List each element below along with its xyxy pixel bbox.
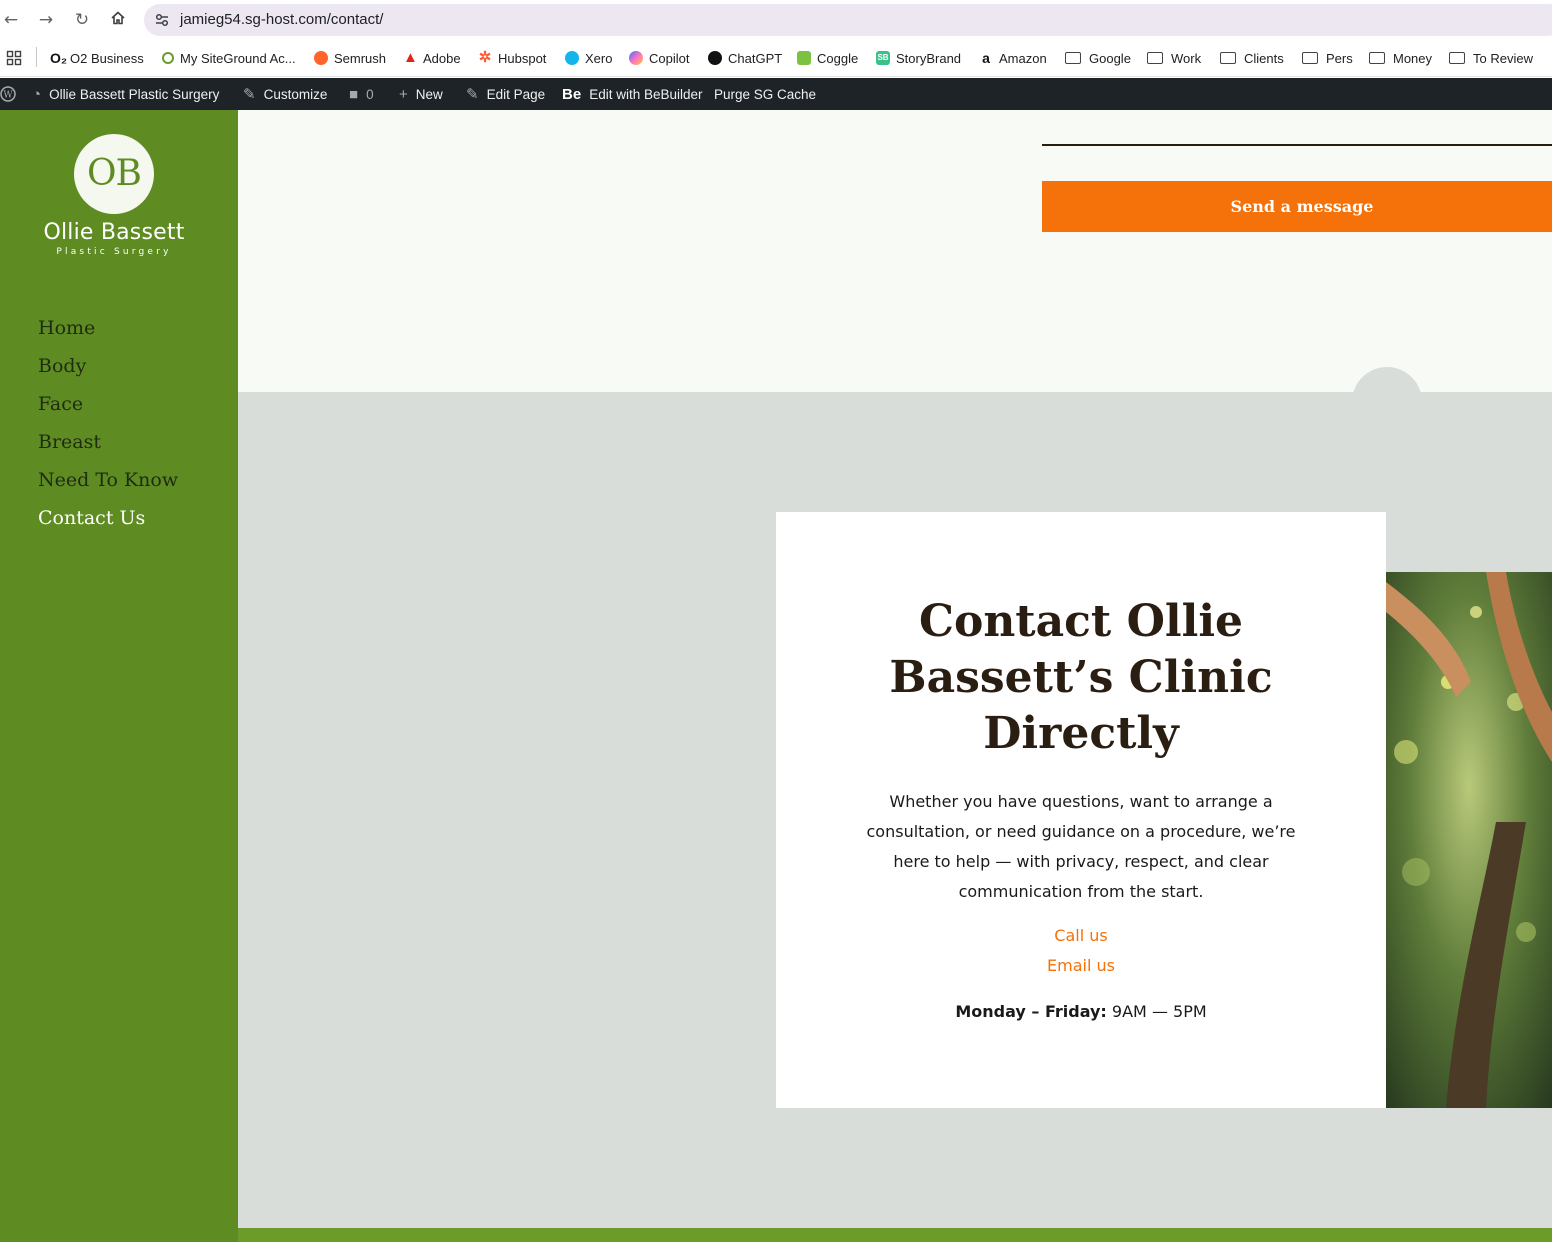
contact-heading: Contact Ollie Bassett’s Clinic Directly	[889, 596, 1273, 759]
storybrand-icon: SB	[876, 51, 890, 65]
admin-new[interactable]: + New	[399, 78, 443, 110]
bookmark-storybrand[interactable]: SB StoryBrand	[876, 48, 961, 68]
coggle-icon	[797, 51, 811, 65]
amazon-icon: a	[982, 50, 990, 66]
siteground-icon	[162, 52, 174, 64]
wordpress-logo-icon[interactable]: W	[0, 78, 16, 110]
folder-icon	[1449, 52, 1465, 64]
semrush-icon	[314, 51, 328, 65]
back-arrow-icon[interactable]: ←	[1, 10, 21, 30]
url-text: jamieg54.sg-host.com/contact/	[180, 11, 384, 28]
call-us-link[interactable]: Call us	[776, 926, 1386, 945]
admin-bebuilder[interactable]: Be Edit with BeBuilder	[562, 78, 703, 110]
bookmark-hubspot[interactable]: ✲ Hubspot	[478, 48, 547, 68]
send-message-button[interactable]: Send a message	[1042, 181, 1552, 232]
menu-item-contact-us[interactable]: Contact Us	[38, 504, 178, 542]
folder-icon	[1220, 52, 1236, 64]
folder-icon	[1065, 52, 1081, 64]
pencil-icon: ✎	[466, 86, 479, 103]
folder-icon	[1302, 52, 1318, 64]
bookmark-semrush[interactable]: Semrush	[314, 48, 386, 68]
forward-arrow-icon[interactable]: →	[36, 10, 56, 30]
menu-item-home[interactable]: Home	[38, 314, 178, 352]
reload-icon[interactable]: ↻	[72, 10, 92, 30]
chatgpt-icon	[708, 51, 722, 65]
adobe-icon: ▲	[403, 49, 418, 66]
menu-item-breast[interactable]: Breast	[38, 428, 178, 466]
address-bar[interactable]: jamieg54.sg-host.com/contact/	[144, 4, 1552, 36]
bebuilder-icon: Be	[562, 85, 582, 103]
bookmark-coggle[interactable]: Coggle	[797, 48, 858, 68]
bookmark-chatgpt[interactable]: ChatGPT	[708, 48, 782, 68]
admin-edit-page[interactable]: ✎ Edit Page	[466, 78, 545, 110]
hours-value: 9AM — 5PM	[1111, 1002, 1207, 1021]
bookmark-adobe[interactable]: ▲ Adobe	[403, 48, 461, 68]
main-menu: Home Body Face Breast Need To Know Conta…	[38, 314, 178, 542]
logo-name[interactable]: Ollie Bassett	[0, 220, 228, 245]
bookmark-xero[interactable]: Xero	[565, 48, 612, 68]
folder-icon	[1369, 52, 1385, 64]
hubspot-icon: ✲	[478, 49, 492, 66]
copilot-icon	[629, 51, 643, 65]
browser-toolbar: ← → ↻ jamieg54.sg-host.com/contact/	[0, 0, 1552, 40]
o2-icon: O₂	[50, 50, 68, 66]
folder-icon	[1147, 52, 1163, 64]
opening-hours: Monday – Friday: 9AM — 5PM	[776, 1002, 1386, 1021]
xero-icon	[565, 51, 579, 65]
apps-grid-icon[interactable]	[6, 48, 22, 68]
brush-icon: ✎	[243, 86, 256, 103]
svg-text:W: W	[3, 91, 13, 101]
hours-label: Monday – Friday:	[955, 1002, 1107, 1021]
admin-customize[interactable]: ✎ Customize	[243, 78, 327, 110]
site-settings-icon[interactable]	[152, 10, 172, 30]
bookmark-amazon[interactable]: a Amazon	[979, 48, 1047, 68]
menu-item-need-to-know[interactable]: Need To Know	[38, 466, 178, 504]
nature-photo	[1386, 572, 1552, 1108]
contact-form-section: Send a message	[238, 110, 1552, 437]
contact-description: Whether you have questions, want to arra…	[866, 792, 1296, 901]
bookmark-copilot[interactable]: Copilot	[629, 48, 689, 68]
bookmark-money-folder[interactable]: Money	[1369, 48, 1432, 68]
footer-strip	[238, 1228, 1552, 1242]
bookmark-google-folder[interactable]: Google	[1065, 48, 1131, 68]
logo-tagline: Plastic Surgery	[56, 247, 172, 257]
menu-item-face[interactable]: Face	[38, 390, 178, 428]
bookmark-to-review-folder[interactable]: To Review	[1449, 48, 1533, 68]
wp-admin-bar: W ◔ Ollie Bassett Plastic Surgery ✎ Custom…	[0, 78, 1552, 110]
comment-bubble-icon: ■	[349, 85, 359, 103]
message-field[interactable]	[1042, 144, 1552, 146]
bookmark-siteground[interactable]: My SiteGround Ac...	[162, 48, 296, 68]
admin-site-name[interactable]: ◔ Ollie Bassett Plastic Surgery	[32, 78, 219, 110]
bookmark-clients-folder[interactable]: Clients	[1220, 48, 1284, 68]
bookmark-work-folder[interactable]: Work	[1147, 48, 1201, 68]
admin-purge-cache[interactable]: Purge SG Cache	[714, 78, 816, 110]
menu-item-body[interactable]: Body	[38, 352, 178, 390]
bookmark-separator	[36, 47, 37, 67]
logo-badge[interactable]: OB	[74, 134, 154, 214]
email-us-link[interactable]: Email us	[776, 956, 1386, 975]
home-icon[interactable]	[108, 10, 128, 30]
dashboard-icon: ◔	[32, 85, 42, 103]
bookmark-o2-business[interactable]: O₂ O2 Business	[50, 48, 144, 68]
admin-comments[interactable]: ■ 0	[349, 78, 374, 110]
site-sidebar: OB Ollie Bassett Plastic Surgery Home Bo…	[0, 110, 238, 1242]
plus-icon: +	[399, 85, 408, 103]
contact-card: Contact Ollie Bassett’s Clinic Directly …	[776, 512, 1386, 1108]
bookmark-pers-folder[interactable]: Pers	[1302, 48, 1353, 68]
